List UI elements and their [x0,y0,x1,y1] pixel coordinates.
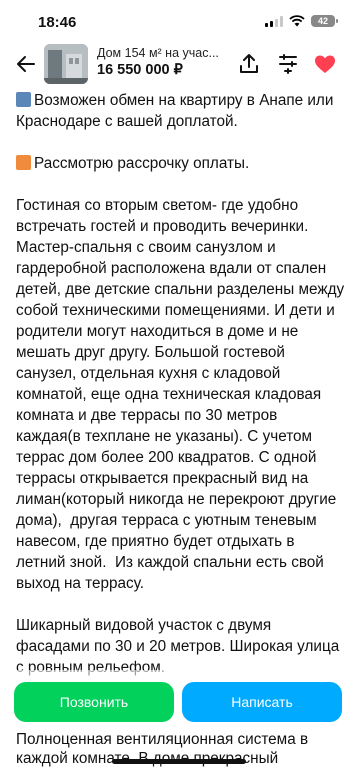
back-arrow-icon[interactable] [14,52,38,76]
signal-icon [265,15,283,27]
compare-icon[interactable] [276,52,300,76]
battery-icon: 42 [311,15,338,27]
listing-thumbnail[interactable] [44,44,88,84]
listing-title: Дом 154 м² на учас... [97,46,219,60]
status-indicators: 42 [265,15,338,27]
call-button[interactable]: Позвонить [14,682,174,722]
heart-icon[interactable] [313,52,337,76]
contact-actions: Позвонить Написать [14,682,342,722]
description-paragraph: Гостиная со вторым светом- где удобно вс… [16,197,349,592]
status-time: 18:46 [38,14,77,31]
building-emoji-icon [16,92,31,107]
description-text: Рассмотрю рассрочку оплаты. [34,155,250,172]
listing-header: Дом 154 м² на учас... 16 550 000 ₽ [0,42,355,86]
description-text: Возможен обмен на квартиру в Анапе или К… [16,92,338,130]
listing-description: Возможен обмен на квартиру в Анапе или К… [16,90,346,699]
write-button[interactable]: Написать [182,682,342,722]
header-text[interactable]: Дом 154 м² на учас... 16 550 000 ₽ [97,46,227,78]
description-paragraph: Шикарный видовой участок с двумя фасадам… [16,617,344,676]
home-indicator[interactable] [112,759,246,764]
status-bar: 18:46 42 [0,0,355,42]
listing-price: 16 550 000 ₽ [97,62,183,78]
description-paragraph: Рассмотрю рассрочку оплаты. [16,153,346,174]
wifi-icon [289,15,305,27]
description-paragraph: Возможен обмен на квартиру в Анапе или К… [16,90,346,132]
share-icon[interactable] [237,52,261,76]
collision-emoji-icon [16,155,31,170]
